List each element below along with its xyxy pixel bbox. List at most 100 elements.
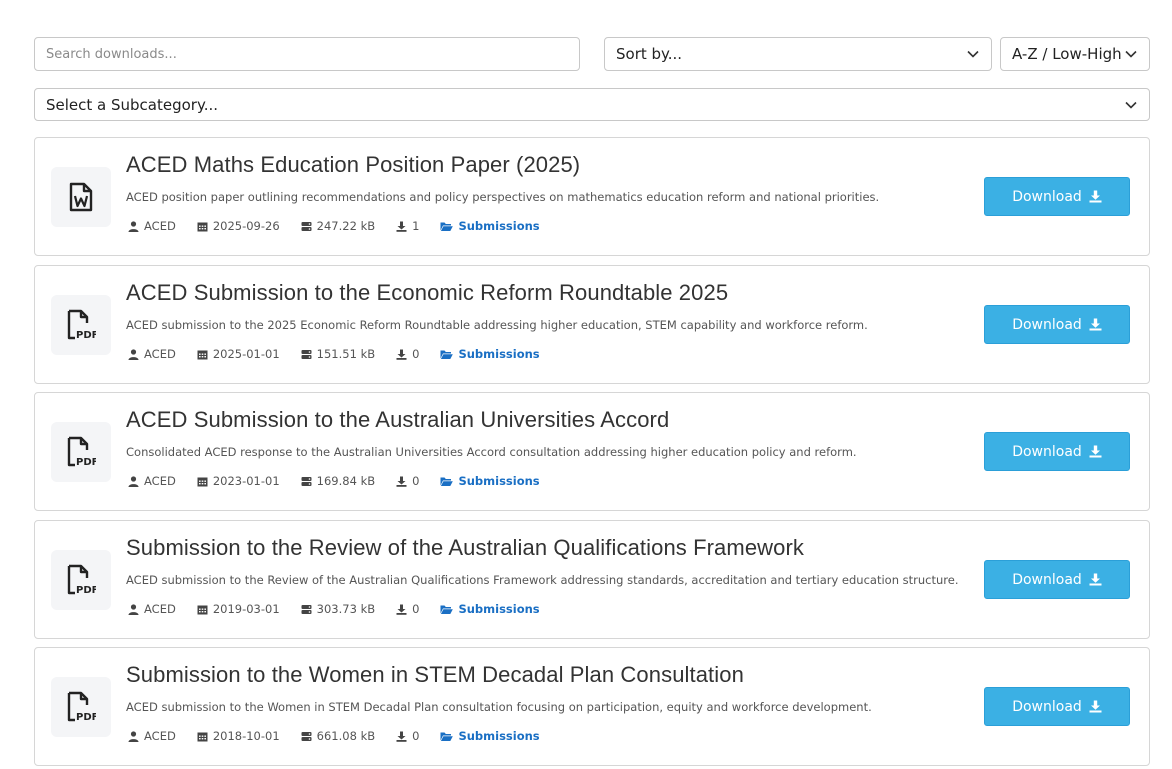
category-link[interactable]: Submissions: [458, 474, 539, 488]
svg-text:PDF: PDF: [76, 457, 96, 468]
folder-open-icon: [440, 477, 454, 486]
category-meta: Submissions: [440, 729, 540, 743]
calendar-icon: [197, 222, 208, 231]
pdf-file-icon: PDF: [51, 677, 111, 737]
user-icon: [128, 730, 139, 742]
download-button[interactable]: Download: [984, 560, 1130, 599]
download-icon: [396, 731, 407, 742]
download-button-label: Download: [1012, 698, 1082, 715]
download-button[interactable]: Download: [984, 177, 1130, 216]
download-icon: [1089, 190, 1102, 203]
download-icon: [396, 604, 407, 615]
download-count-meta: 1: [396, 219, 419, 233]
download-description: Consolidated ACED response to the Austra…: [126, 445, 857, 459]
chevron-down-icon: [1125, 48, 1137, 60]
download-icon: [396, 476, 407, 487]
download-title[interactable]: Submission to the Women in STEM Decadal …: [126, 662, 744, 688]
size-meta: 169.84 kB: [301, 474, 375, 488]
download-count-text: 1: [412, 219, 420, 233]
size-meta: 247.22 kB: [301, 219, 375, 233]
subcategory-select-label: Select a Subcategory...: [46, 95, 219, 114]
hard-drive-icon: [301, 349, 312, 359]
author-text: ACED: [144, 347, 176, 361]
pdf-file-icon: PDF: [51, 422, 111, 482]
search-input[interactable]: [34, 37, 580, 71]
category-link[interactable]: Submissions: [458, 219, 539, 233]
download-count-meta: 0: [396, 729, 419, 743]
download-title[interactable]: ACED Submission to the Australian Univer…: [126, 407, 669, 433]
download-count-meta: 0: [396, 602, 419, 616]
svg-text:PDF: PDF: [76, 585, 96, 596]
download-title[interactable]: Submission to the Review of the Australi…: [126, 535, 804, 561]
hard-drive-icon: [301, 221, 312, 231]
download-button-label: Download: [1012, 443, 1082, 460]
date-meta: 2025-09-26: [197, 219, 280, 233]
date-text: 2018-10-01: [212, 729, 280, 743]
download-button[interactable]: Download: [984, 305, 1130, 344]
author-text: ACED: [144, 474, 176, 488]
download-title[interactable]: ACED Submission to the Economic Reform R…: [126, 280, 728, 306]
download-meta: ACED 2025-01-01 151.51 kB 0 Submissions: [128, 347, 561, 361]
svg-text:PDF: PDF: [76, 330, 96, 341]
subcategory-select[interactable]: Select a Subcategory...: [34, 88, 1150, 121]
download-description: ACED submission to the Women in STEM Dec…: [126, 700, 872, 714]
author-text: ACED: [144, 219, 176, 233]
download-button[interactable]: Download: [984, 687, 1130, 726]
download-icon: [396, 221, 407, 232]
author-text: ACED: [144, 602, 176, 616]
category-meta: Submissions: [440, 602, 540, 616]
folder-open-icon: [440, 605, 454, 614]
svg-text:PDF: PDF: [76, 712, 96, 723]
download-card: PDF ACED Submission to the Economic Refo…: [34, 265, 1150, 384]
size-text: 661.08 kB: [316, 729, 376, 743]
category-link[interactable]: Submissions: [458, 347, 539, 361]
download-description: ACED position paper outlining recommenda…: [126, 190, 880, 204]
download-button-label: Download: [1012, 188, 1082, 205]
download-card: PDF Submission to the Review of the Aust…: [34, 520, 1150, 639]
sort-select[interactable]: Sort by...: [604, 37, 992, 71]
download-count-text: 0: [412, 602, 420, 616]
category-meta: Submissions: [440, 219, 540, 233]
size-text: 303.73 kB: [316, 602, 376, 616]
downloads-page: Sort by... A-Z / Low-High Select a Subca…: [0, 0, 1172, 769]
author-meta: ACED: [128, 219, 176, 233]
hard-drive-icon: [301, 476, 312, 486]
date-meta: 2023-01-01: [197, 474, 280, 488]
date-meta: 2018-10-01: [197, 729, 280, 743]
date-meta: 2025-01-01: [197, 347, 280, 361]
download-meta: ACED 2025-09-26 247.22 kB 1 Submissions: [128, 219, 561, 233]
author-meta: ACED: [128, 729, 176, 743]
hard-drive-icon: [301, 604, 312, 614]
author-text: ACED: [144, 729, 176, 743]
user-icon: [128, 475, 139, 487]
user-icon: [128, 220, 139, 232]
download-card: ACED Maths Education Position Paper (202…: [34, 137, 1150, 256]
download-icon: [1089, 700, 1102, 713]
sort-select-label: Sort by...: [616, 45, 683, 63]
word-file-icon: [51, 167, 111, 227]
download-meta: ACED 2019-03-01 303.73 kB 0 Submissions: [128, 602, 561, 616]
download-description: ACED submission to the 2025 Economic Ref…: [126, 318, 868, 332]
size-meta: 303.73 kB: [301, 602, 375, 616]
download-count-meta: 0: [396, 347, 419, 361]
download-icon: [1089, 445, 1102, 458]
chevron-down-icon: [1125, 98, 1137, 111]
category-link[interactable]: Submissions: [458, 729, 539, 743]
author-meta: ACED: [128, 474, 176, 488]
user-icon: [128, 348, 139, 360]
size-text: 247.22 kB: [316, 219, 376, 233]
date-text: 2025-01-01: [212, 347, 280, 361]
download-card: PDF Submission to the Women in STEM Deca…: [34, 647, 1150, 766]
download-icon: [396, 349, 407, 360]
download-button[interactable]: Download: [984, 432, 1130, 471]
size-meta: 661.08 kB: [301, 729, 375, 743]
download-title[interactable]: ACED Maths Education Position Paper (202…: [126, 152, 580, 178]
calendar-icon: [197, 477, 208, 486]
pdf-file-icon: PDF: [51, 550, 111, 610]
category-link[interactable]: Submissions: [458, 602, 539, 616]
order-select[interactable]: A-Z / Low-High: [1000, 37, 1150, 71]
category-meta: Submissions: [440, 474, 540, 488]
date-meta: 2019-03-01: [197, 602, 280, 616]
download-meta: ACED 2018-10-01 661.08 kB 0 Submissions: [128, 729, 561, 743]
filters-row: Sort by... A-Z / Low-High: [34, 37, 1150, 71]
